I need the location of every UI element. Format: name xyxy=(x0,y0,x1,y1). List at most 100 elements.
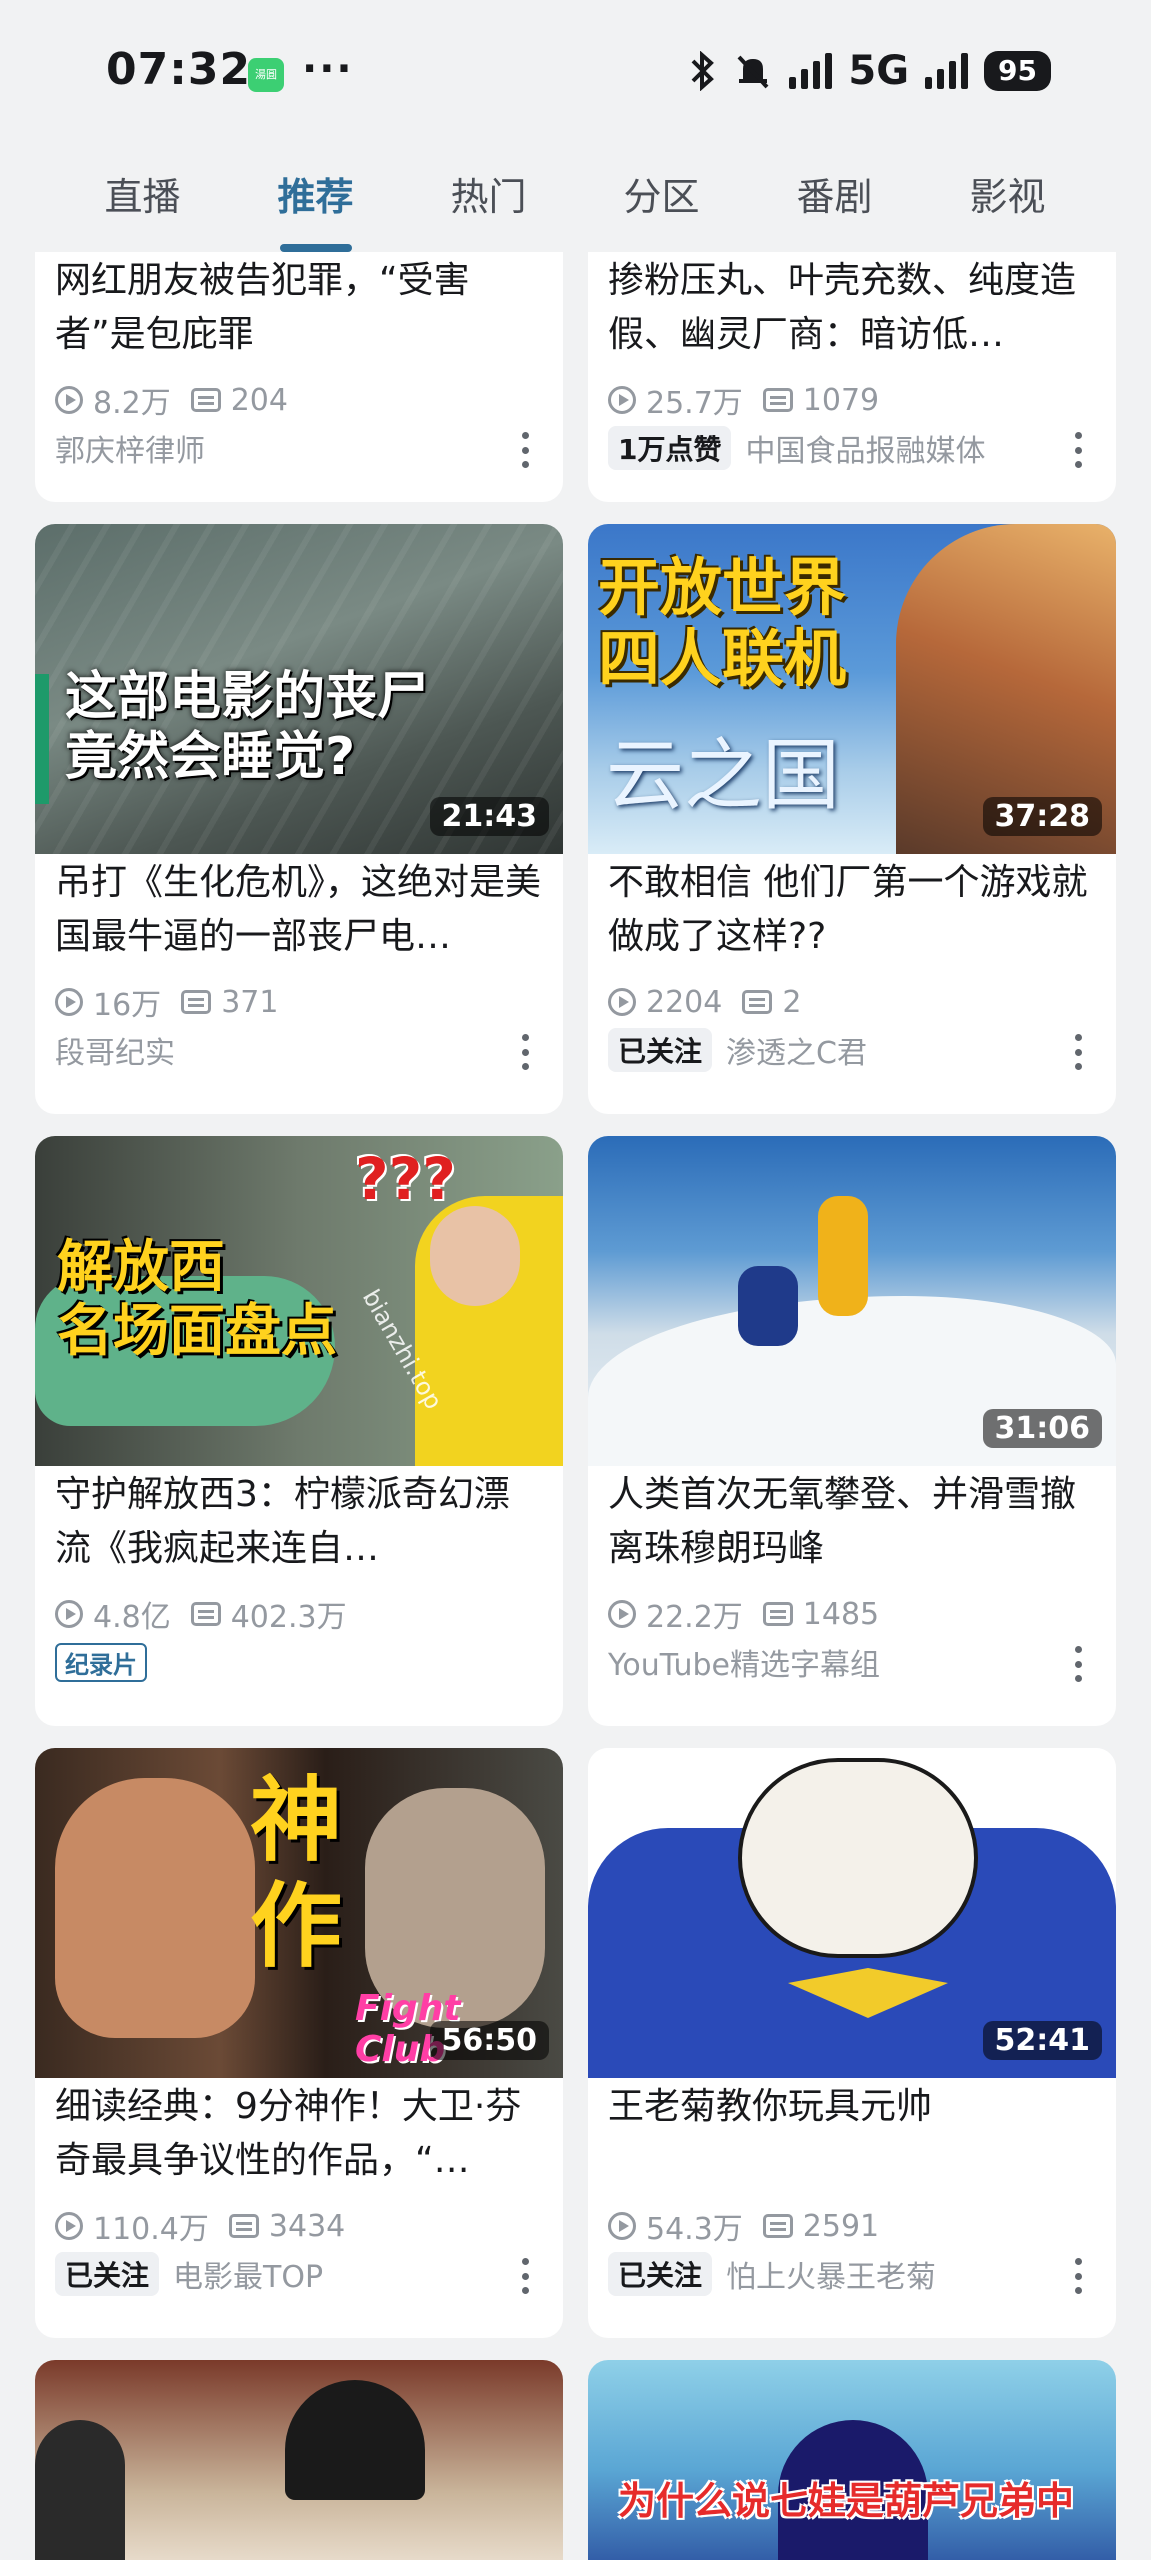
view-count: 110.4万 xyxy=(93,2212,209,2247)
video-card[interactable]: 为什么说七娃是葫芦兄弟中 xyxy=(588,2360,1116,2560)
danmaku-icon xyxy=(762,388,793,412)
video-duration: 52:41 xyxy=(982,2021,1102,2060)
video-feed[interactable]: 网红朋友被告犯罪，“受害者”是包庇罪 8.2万 204 郭庆梓律师 掺粉压丸、叶… xyxy=(0,252,1151,2560)
play-count-icon xyxy=(608,1600,636,1628)
tab-live[interactable]: 直播 xyxy=(56,140,229,252)
bluetooth-icon xyxy=(691,51,715,91)
video-card[interactable]: 开放世界 四人联机 云之国 37:28 不敢相信 他们厂第一个游戏就做成了这样?… xyxy=(588,524,1116,1114)
more-options-icon[interactable] xyxy=(1068,1646,1088,1682)
video-stats: 22.2万 1485 xyxy=(608,1594,1096,1635)
danmaku-icon xyxy=(181,990,212,1014)
signal-icon-2 xyxy=(925,53,969,89)
video-title: 守护解放西3：柠檬派奇幻漂流《我疯起来连自… xyxy=(55,1474,510,1569)
panda-face xyxy=(738,1758,978,1958)
video-card[interactable]: 神 作 Fight Club 56:50 细读经典：9分神作！大卫·芬奇最具争议… xyxy=(35,1748,563,2338)
video-stats: 110.4万 3434 xyxy=(55,2206,543,2247)
followed-badge: 已关注 xyxy=(608,2252,713,2296)
play-count-icon xyxy=(608,988,636,1016)
documentary-tag: 纪录片 xyxy=(55,1642,147,1682)
video-card[interactable] xyxy=(35,2360,563,2560)
tab-hot[interactable]: 热门 xyxy=(402,140,575,252)
tab-categories[interactable]: 分区 xyxy=(575,140,748,252)
view-count: 2204 xyxy=(646,984,723,1020)
person-face xyxy=(430,1206,520,1306)
view-count: 4.8亿 xyxy=(93,1600,171,1635)
more-options-icon[interactable] xyxy=(515,1034,535,1070)
video-title: 掺粉压丸、叶壳充数、纯度造假、幽灵厂商：暗访低… xyxy=(608,260,1077,355)
video-stats: 16万 371 xyxy=(55,982,543,1023)
play-count-icon xyxy=(55,1600,83,1628)
video-thumbnail[interactable]: 开放世界 四人联机 云之国 37:28 xyxy=(588,524,1116,854)
battery-indicator: 95 xyxy=(984,51,1051,91)
tab-recommend[interactable]: 推荐 xyxy=(229,140,402,252)
author-name[interactable]: 怕上火暴王老菊 xyxy=(726,2252,936,2296)
danmaku-icon xyxy=(228,2214,259,2238)
followed-badge: 已关注 xyxy=(608,1028,713,1072)
thumb-caption: 这部电影的丧尸 竟然会睡觉? xyxy=(65,667,430,787)
video-title: 人类首次无氧攀登、并滑雪撤离珠穆朗玛峰 xyxy=(608,1474,1077,1569)
video-stats: 2204 2 xyxy=(608,982,1096,1022)
app-notification-icon: 湯圓 xyxy=(248,58,284,92)
more-options-icon[interactable] xyxy=(515,2258,535,2294)
video-title: 网红朋友被告犯罪，“受害者”是包庇罪 xyxy=(55,260,470,355)
more-options-icon[interactable] xyxy=(1068,432,1088,468)
view-count: 16万 xyxy=(93,988,162,1023)
author-name[interactable]: YouTube精选字幕组 xyxy=(608,1640,880,1684)
video-thumbnail[interactable]: 31:06 xyxy=(588,1136,1116,1466)
video-title: 细读经典：9分神作！大卫·芬奇最具争议性的作品，“… xyxy=(55,2086,522,2181)
video-thumbnail[interactable]: 为什么说七娃是葫芦兄弟中 xyxy=(588,2360,1116,2560)
network-type: 5G xyxy=(848,48,910,94)
play-count-icon xyxy=(55,988,83,1016)
actor-hat xyxy=(35,2420,125,2560)
video-card[interactable]: 网红朋友被告犯罪，“受害者”是包庇罪 8.2万 204 郭庆梓律师 xyxy=(35,252,563,502)
author-name[interactable]: 中国食品报融媒体 xyxy=(745,426,985,470)
view-count: 25.7万 xyxy=(646,386,743,421)
video-stats: 8.2万 204 xyxy=(55,380,543,421)
danmaku-icon xyxy=(742,990,773,1014)
video-duration: 37:28 xyxy=(982,797,1102,836)
more-options-icon[interactable] xyxy=(1068,1034,1088,1070)
video-card[interactable]: 这部电影的丧尸 竟然会睡觉? 21:43 吊打《生化危机》，这绝对是美国最牛逼的… xyxy=(35,524,563,1114)
thumb-caption: 解放西 名场面盘点 xyxy=(57,1235,337,1365)
danmaku-icon xyxy=(190,1602,221,1626)
tab-anime[interactable]: 番剧 xyxy=(748,140,921,252)
author-name[interactable]: 郭庆梓律师 xyxy=(55,426,205,470)
status-time: 07:32 xyxy=(106,44,252,95)
video-card[interactable]: 52:41 王老菊教你玩具元帅 54.3万 2591 已关注 怕上火暴王老菊 xyxy=(588,1748,1116,2338)
danmaku-count: 2 xyxy=(782,984,802,1020)
video-thumbnail[interactable] xyxy=(35,2360,563,2560)
danmaku-count: 371 xyxy=(221,984,279,1020)
video-thumbnail[interactable]: 神 作 Fight Club 56:50 xyxy=(35,1748,563,2078)
author-name[interactable]: 电影最TOP xyxy=(173,2252,323,2296)
video-thumbnail[interactable]: 解放西 名场面盘点 ??? bianzhi.top xyxy=(35,1136,563,1466)
danmaku-count: 3434 xyxy=(268,2208,346,2244)
tab-movies[interactable]: 影视 xyxy=(921,140,1094,252)
climber xyxy=(818,1196,868,1316)
video-thumbnail[interactable]: 52:41 xyxy=(588,1748,1116,2078)
view-count: 22.2万 xyxy=(646,1600,743,1635)
question-marks: ??? xyxy=(355,1145,456,1213)
thumb-caption: 开放世界 四人联机 xyxy=(598,551,847,696)
video-thumbnail[interactable]: 这部电影的丧尸 竟然会睡觉? 21:43 xyxy=(35,524,563,854)
status-bar: 07:32 湯圓 ··· 5G 95 xyxy=(0,0,1151,140)
thumb-caption: 神 作 xyxy=(250,1766,343,1980)
climber xyxy=(738,1266,798,1346)
video-card[interactable]: 解放西 名场面盘点 ??? bianzhi.top 守护解放西3：柠檬派奇幻漂流… xyxy=(35,1136,563,1726)
video-title: 不敢相信 他们厂第一个游戏就做成了这样?? xyxy=(608,862,1088,957)
likes-badge: 1万点赞 xyxy=(608,426,732,470)
danmaku-count: 2591 xyxy=(802,2208,880,2244)
author-name[interactable]: 渗透之C君 xyxy=(726,1028,867,1072)
view-count: 8.2万 xyxy=(93,386,171,421)
danmaku-icon xyxy=(762,1602,793,1626)
more-options-icon[interactable] xyxy=(1068,2258,1088,2294)
signal-icon xyxy=(789,53,833,89)
mute-bell-icon xyxy=(737,55,769,89)
more-options-icon[interactable] xyxy=(515,432,535,468)
play-count-icon xyxy=(55,2212,83,2240)
danmaku-count: 204 xyxy=(230,382,288,418)
video-duration: 56:50 xyxy=(429,2021,549,2060)
author-name[interactable]: 段哥纪实 xyxy=(55,1028,175,1072)
video-card[interactable]: 31:06 人类首次无氧攀登、并滑雪撤离珠穆朗玛峰 22.2万 1485 You… xyxy=(588,1136,1116,1726)
video-card[interactable]: 掺粉压丸、叶壳充数、纯度造假、幽灵厂商：暗访低… 25.7万 1079 1万点赞… xyxy=(588,252,1116,502)
danmaku-icon xyxy=(190,388,221,412)
